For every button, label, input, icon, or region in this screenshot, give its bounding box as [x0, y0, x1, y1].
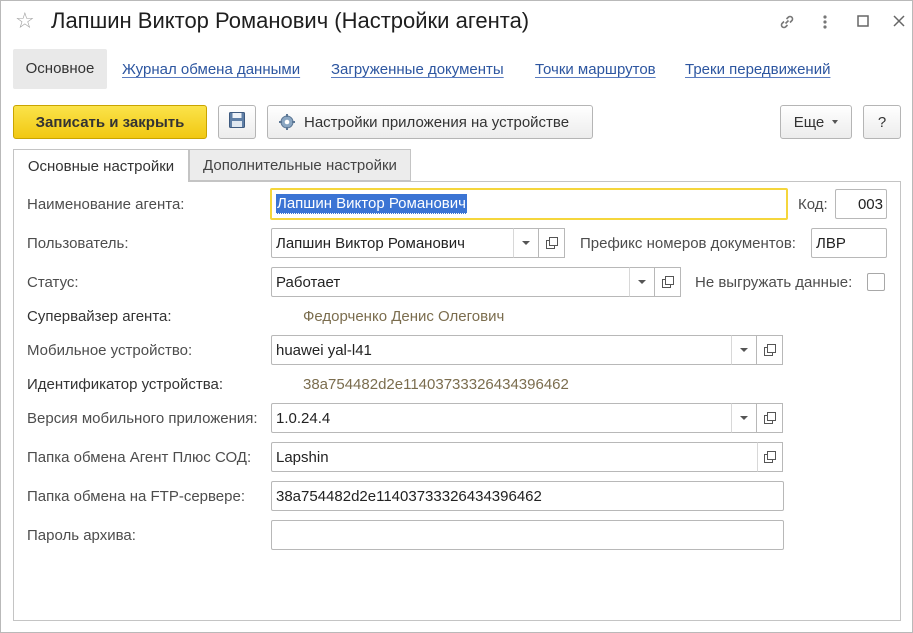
device-field[interactable]: huawei yal-l41	[271, 335, 733, 365]
app-version-field[interactable]: 1.0.24.4	[271, 403, 733, 433]
device-id-value: 38a754482d2e11403733326434396462	[303, 376, 569, 393]
page-title: Лапшин Виктор Романович (Настройки агент…	[51, 8, 530, 33]
device-app-settings-label: Настройки приложения на устройстве	[304, 113, 570, 131]
status-dropdown-button[interactable]	[629, 267, 655, 297]
supervisor-label: Супервайзер агента:	[27, 308, 172, 325]
device-app-settings-button[interactable]: Настройки приложения на устройстве	[267, 105, 593, 139]
nav-route-points[interactable]: Точки маршрутов	[535, 61, 656, 78]
user-dropdown-button[interactable]	[513, 228, 539, 258]
user-open-button[interactable]	[539, 228, 565, 258]
agent-name-field[interactable]: Лапшин Виктор Романович	[270, 188, 788, 220]
nav-movement-tracks[interactable]: Треки передвижений	[685, 61, 830, 78]
star-icon[interactable]: ☆	[15, 10, 35, 32]
nav-main[interactable]: Основное	[13, 49, 107, 89]
save-button[interactable]	[218, 105, 256, 139]
device-label: Мобильное устройство:	[27, 342, 193, 359]
agent-name-label: Наименование агента:	[27, 196, 185, 213]
close-icon[interactable]	[889, 13, 909, 33]
user-field[interactable]: Лапшин Виктор Романович	[271, 228, 515, 258]
more-button[interactable]: Еще	[780, 105, 852, 139]
open-icon	[764, 451, 776, 463]
help-button[interactable]: ?	[863, 105, 901, 139]
exchange-folder-open-button[interactable]	[757, 442, 783, 472]
save-and-close-button[interactable]: Записать и закрыть	[13, 105, 207, 139]
user-label: Пользователь:	[27, 235, 129, 252]
floppy-disk-icon	[228, 111, 246, 133]
gear-icon	[278, 113, 296, 131]
ftp-folder-field[interactable]: 38a754482d2e11403733326434396462	[271, 481, 784, 511]
prefix-field[interactable]: ЛВР	[811, 228, 887, 258]
app-version-label: Версия мобильного приложения:	[27, 410, 258, 427]
archive-password-field[interactable]	[271, 520, 784, 550]
open-icon	[763, 344, 776, 356]
status-field[interactable]: Работает	[271, 267, 631, 297]
more-vertical-icon[interactable]	[815, 13, 835, 33]
device-open-button[interactable]	[757, 335, 783, 365]
tab-extra-settings[interactable]: Дополнительные настройки	[189, 149, 411, 181]
no-export-label: Не выгружать данные:	[695, 274, 853, 291]
nav-loaded-documents[interactable]: Загруженные документы	[331, 61, 504, 78]
status-open-button[interactable]	[655, 267, 681, 297]
open-icon	[661, 276, 674, 288]
app-version-dropdown-button[interactable]	[731, 403, 757, 433]
exchange-folder-field[interactable]: Lapshin	[271, 442, 759, 472]
nav-exchange-log[interactable]: Журнал обмена данными	[122, 61, 300, 78]
code-field[interactable]: 003	[835, 189, 887, 219]
device-dropdown-button[interactable]	[731, 335, 757, 365]
code-label: Код:	[798, 196, 828, 213]
status-label: Статус:	[27, 274, 79, 291]
prefix-label: Префикс номеров документов:	[580, 235, 796, 252]
more-button-label: Еще	[793, 113, 825, 131]
no-export-checkbox[interactable]	[867, 273, 885, 291]
device-id-label: Идентификатор устройства:	[27, 376, 224, 393]
maximize-icon[interactable]	[853, 13, 873, 33]
supervisor-value: Федорченко Денис Олегович	[303, 308, 505, 325]
app-version-open-button[interactable]	[757, 403, 783, 433]
ftp-folder-label: Папка обмена на FTP-сервере:	[27, 488, 245, 505]
link-icon[interactable]	[777, 13, 797, 33]
open-icon	[763, 412, 776, 424]
chevron-down-icon	[832, 120, 839, 124]
exchange-folder-label: Папка обмена Агент Плюс СОД:	[27, 449, 252, 466]
archive-password-label: Пароль архива:	[27, 527, 136, 544]
open-icon	[545, 237, 558, 249]
agent-name-value: Лапшин Виктор Романович	[276, 194, 467, 214]
tab-main-settings[interactable]: Основные настройки	[13, 149, 189, 182]
